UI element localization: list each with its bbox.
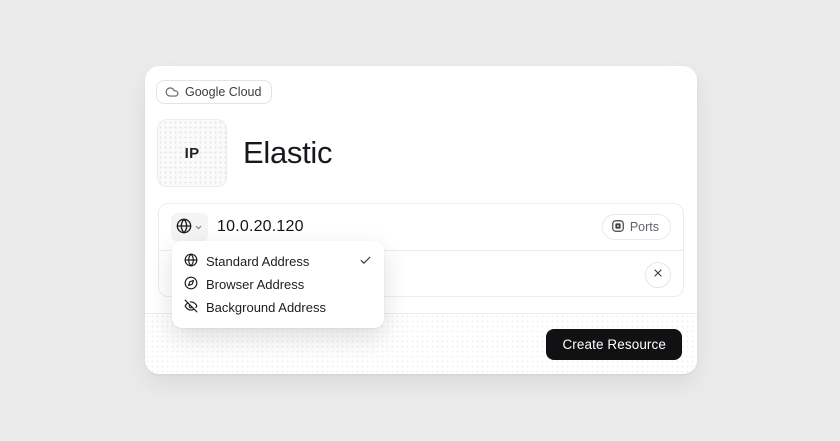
resource-header: IP Elastic [157,119,332,187]
cloud-icon [165,85,179,99]
compass-icon [184,276,198,293]
globe-icon [176,218,192,237]
provider-chip-label: Google Cloud [185,86,261,99]
menu-item-background-address[interactable]: Background Address [184,296,372,319]
ports-button[interactable]: Ports [602,214,671,241]
remove-address-button[interactable] [645,262,671,288]
globe-icon [184,253,198,270]
ports-label: Ports [630,221,659,234]
address-type-dropdown: Standard Address Browser Address [172,241,384,328]
ip-icon-box: IP [157,119,227,187]
resource-card: Google Cloud IP Elastic [145,66,697,374]
menu-item-label: Standard Address [206,254,309,269]
create-resource-button[interactable]: Create Resource [546,329,682,360]
port-icon [611,219,625,236]
ip-address-input[interactable]: 10.0.20.120 [217,218,304,236]
provider-chip: Google Cloud [156,80,272,104]
ip-icon-label: IP [185,145,200,162]
address-type-trigger[interactable] [171,213,208,242]
check-icon [359,254,372,270]
eye-off-icon [184,299,198,316]
menu-item-label: Background Address [206,300,326,315]
page-title: Elastic [243,135,332,171]
close-icon [652,267,664,282]
menu-item-standard-address[interactable]: Standard Address [184,250,372,273]
menu-item-label: Browser Address [206,277,304,292]
chevron-down-icon [194,220,203,235]
page-background: { "provider_chip": { "label": "Google Cl… [0,0,840,441]
menu-item-browser-address[interactable]: Browser Address [184,273,372,296]
